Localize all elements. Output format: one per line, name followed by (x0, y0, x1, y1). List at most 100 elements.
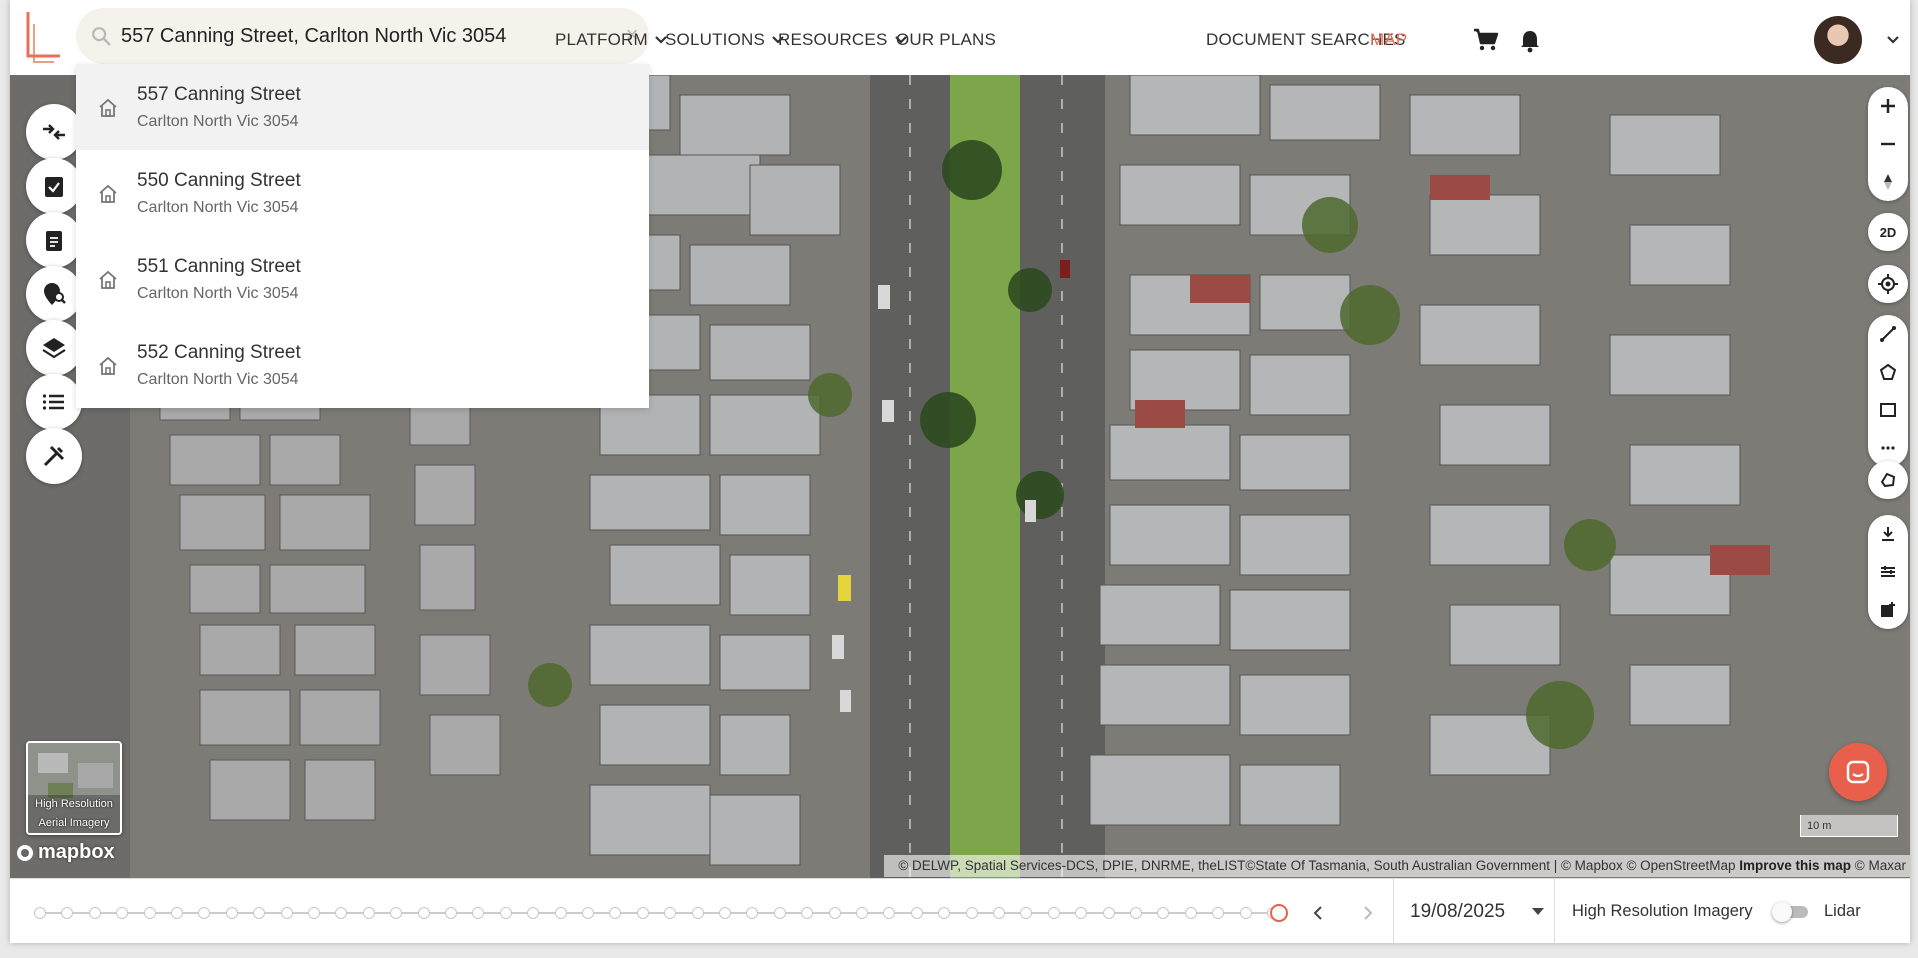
logo[interactable] (20, 8, 64, 64)
zoom-out-button[interactable] (1868, 125, 1908, 163)
timeline-dot[interactable] (34, 907, 46, 919)
timeline-dot[interactable] (198, 907, 211, 919)
timeline-dot[interactable] (116, 907, 129, 919)
timeline-dot[interactable] (1184, 907, 1197, 919)
timeline-dot[interactable] (965, 907, 978, 919)
search-input[interactable] (121, 20, 601, 52)
timeline-dot[interactable] (472, 907, 485, 919)
layers-button[interactable] (26, 320, 82, 376)
timeline-dot[interactable] (554, 907, 567, 919)
zoom-in-button[interactable] (1868, 87, 1908, 125)
timeline-dot[interactable] (499, 907, 512, 919)
timeline-dot[interactable] (362, 907, 375, 919)
timeline-dot[interactable] (225, 907, 238, 919)
compass-button[interactable] (1868, 163, 1908, 201)
date-select[interactable]: 19/08/2025 (1393, 879, 1555, 943)
attribution-text: © DELWP, Spatial Services-DCS, DPIE, DNR… (898, 858, 1736, 873)
timeline-dot[interactable] (773, 907, 786, 919)
search-suggestions: 557 Canning Street Carlton North Vic 305… (76, 64, 649, 408)
timeline-current-marker[interactable] (1270, 904, 1288, 922)
timeline-dot[interactable] (171, 907, 183, 919)
timeline-dot[interactable] (61, 907, 74, 919)
location-search-button[interactable] (26, 266, 82, 322)
timeline-prev-button[interactable] (1306, 899, 1330, 927)
timeline-dot[interactable] (88, 907, 101, 919)
chat-button[interactable] (1829, 743, 1887, 801)
timeline-dot[interactable] (527, 907, 540, 919)
lidar-toggle[interactable] (1772, 902, 1812, 922)
add-image-button[interactable] (1868, 591, 1908, 629)
geolocate-button[interactable] (1868, 265, 1908, 303)
compare-button[interactable] (26, 104, 82, 160)
imagery-thumbnail[interactable]: High Resolution Aerial Imagery (26, 741, 122, 835)
timeline-dot[interactable] (691, 907, 704, 919)
timeline-dot[interactable] (1020, 907, 1033, 919)
suggestion-street: 552 Canning Street (137, 342, 301, 363)
suggestion-item[interactable]: 557 Canning Street Carlton North Vic 305… (76, 64, 649, 150)
timeline-dot[interactable] (445, 907, 457, 919)
nav-platform[interactable]: PLATFORM (555, 30, 668, 50)
nav-solutions[interactable]: SOLUTIONS (665, 30, 785, 50)
attribution-tail: © Maxar (1854, 858, 1906, 873)
timeline-dot[interactable] (280, 907, 293, 919)
timeline-dot[interactable] (746, 907, 759, 919)
suggestion-item[interactable]: 552 Canning Street Carlton North Vic 305… (76, 322, 649, 408)
cart-icon[interactable] (1472, 27, 1500, 53)
timeline-dot[interactable] (828, 907, 841, 919)
thumbnail-caption: High Resolution Aerial Imagery (28, 795, 120, 833)
mapbox-logo-text: mapbox (38, 841, 115, 863)
tools-button[interactable] (26, 428, 82, 484)
timeline-dot[interactable] (664, 907, 677, 919)
timeline-dot[interactable] (1102, 907, 1115, 919)
download-button[interactable] (1868, 515, 1908, 553)
nav-map[interactable]: MAP (1370, 30, 1407, 50)
nav-resources[interactable]: RESOURCES (778, 30, 908, 50)
timeline-dot[interactable] (253, 907, 266, 919)
view-mode-control: 2D (1868, 213, 1908, 251)
timeline-dot[interactable] (1239, 907, 1252, 919)
suggestion-suburb: Carlton North Vic 3054 (137, 371, 299, 388)
suggestion-item[interactable]: 551 Canning Street Carlton North Vic 305… (76, 236, 649, 322)
bell-icon[interactable] (1518, 28, 1542, 54)
timeline-dot[interactable] (636, 907, 649, 919)
shape-select-button[interactable] (1868, 461, 1908, 499)
timeline-dot[interactable] (1157, 907, 1170, 919)
timeline-dot[interactable] (993, 907, 1005, 919)
clipboard-button[interactable] (26, 212, 82, 268)
draw-rectangle-button[interactable] (1868, 391, 1908, 429)
avatar[interactable] (1814, 16, 1862, 64)
timeline-dot[interactable] (1212, 907, 1225, 919)
checklist-button[interactable] (26, 158, 82, 214)
suggestion-item[interactable]: 550 Canning Street Carlton North Vic 305… (76, 150, 649, 236)
chevron-down-icon[interactable] (1886, 35, 1900, 45)
improve-map-link[interactable]: Improve this map (1739, 858, 1851, 873)
shape-control (1868, 461, 1908, 499)
timeline-dot[interactable] (883, 907, 896, 919)
timeline-dot[interactable] (308, 907, 320, 919)
timeline-dot[interactable] (1130, 907, 1142, 919)
timeline-dot[interactable] (1075, 907, 1088, 919)
timeline-dot[interactable] (335, 907, 348, 919)
timeline-dot[interactable] (582, 907, 594, 919)
timeline-dot[interactable] (609, 907, 622, 919)
nav-map-label: MAP (1370, 30, 1408, 49)
export-controls (1868, 515, 1908, 629)
timeline-dot[interactable] (938, 907, 951, 919)
list-button[interactable] (26, 374, 82, 430)
timeline-dot[interactable] (856, 907, 868, 919)
mapbox-logo[interactable]: mapbox (16, 841, 115, 864)
nav-our-plans[interactable]: OUR PLANS (896, 30, 996, 50)
view-mode-toggle[interactable]: 2D (1868, 213, 1908, 251)
timeline-dot[interactable] (143, 907, 156, 919)
timeline-dot[interactable] (801, 907, 814, 919)
adjust-button[interactable] (1868, 553, 1908, 591)
timeline-dot[interactable] (417, 907, 430, 919)
timeline-dot[interactable] (910, 907, 923, 919)
timeline-dot[interactable] (719, 907, 731, 919)
suggestion-street: 557 Canning Street (137, 84, 301, 105)
timeline-dot[interactable] (1047, 907, 1060, 919)
draw-polygon-button[interactable] (1868, 353, 1908, 391)
timeline-next-button[interactable] (1356, 899, 1380, 927)
measure-line-button[interactable] (1868, 315, 1908, 353)
timeline-dot[interactable] (390, 907, 403, 919)
